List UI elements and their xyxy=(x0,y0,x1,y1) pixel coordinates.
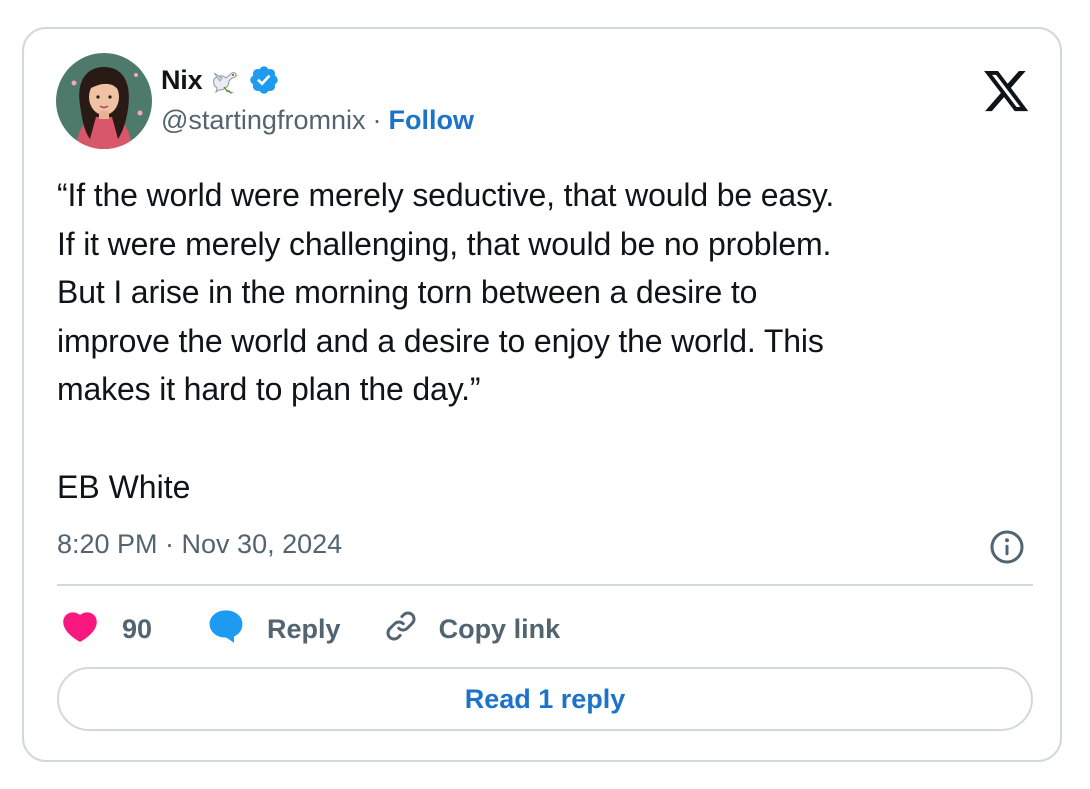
tweet-text-line: improve the world and a desire to enjoy … xyxy=(57,322,824,359)
tweet-text: “If the world were merely seductive, tha… xyxy=(57,171,1047,414)
tweet-embed-card: Nix @startingfromnix · Follow “If the wo… xyxy=(22,27,1062,762)
follow-button[interactable]: Follow xyxy=(388,105,473,136)
dove-emoji-icon xyxy=(210,65,240,95)
read-replies-button[interactable]: Read 1 reply xyxy=(57,667,1033,731)
like-button[interactable]: 90 xyxy=(62,609,152,650)
info-icon[interactable] xyxy=(989,529,1025,565)
like-count: 90 xyxy=(122,613,153,644)
reply-button[interactable]: Reply xyxy=(207,608,341,651)
copy-link-label: Copy link xyxy=(438,613,561,644)
author-handle[interactable]: @startingfromnix xyxy=(161,105,365,136)
reply-label: Reply xyxy=(267,613,341,644)
verified-badge-icon xyxy=(248,64,280,96)
tweet-text-line: makes it hard to plan the day.” xyxy=(57,371,481,407)
reply-bubble-icon xyxy=(207,608,245,651)
copy-link-button[interactable]: Copy link xyxy=(383,608,561,651)
author-handle-row: @startingfromnix · Follow xyxy=(161,105,474,136)
tweet-attribution: EB White xyxy=(57,469,191,505)
heart-icon xyxy=(62,609,98,650)
tweet-text-line: But I arise in the morning torn between … xyxy=(57,274,758,310)
tweet-text-line: “If the world were merely seductive, tha… xyxy=(57,177,835,213)
divider xyxy=(57,584,1033,586)
link-icon xyxy=(383,608,419,651)
x-logo-icon[interactable] xyxy=(984,71,1030,113)
handle-separator: · xyxy=(372,105,382,135)
tweet-actions: 90 Reply Copy link xyxy=(62,607,560,651)
author-display-name[interactable]: Nix xyxy=(161,65,203,96)
tweet-timestamp[interactable]: 8:20 PM · Nov 30, 2024 xyxy=(57,529,342,560)
tweet-text-line: If it were merely challenging, that woul… xyxy=(57,225,832,262)
avatar[interactable] xyxy=(56,53,152,149)
author-name-row: Nix xyxy=(161,63,280,97)
